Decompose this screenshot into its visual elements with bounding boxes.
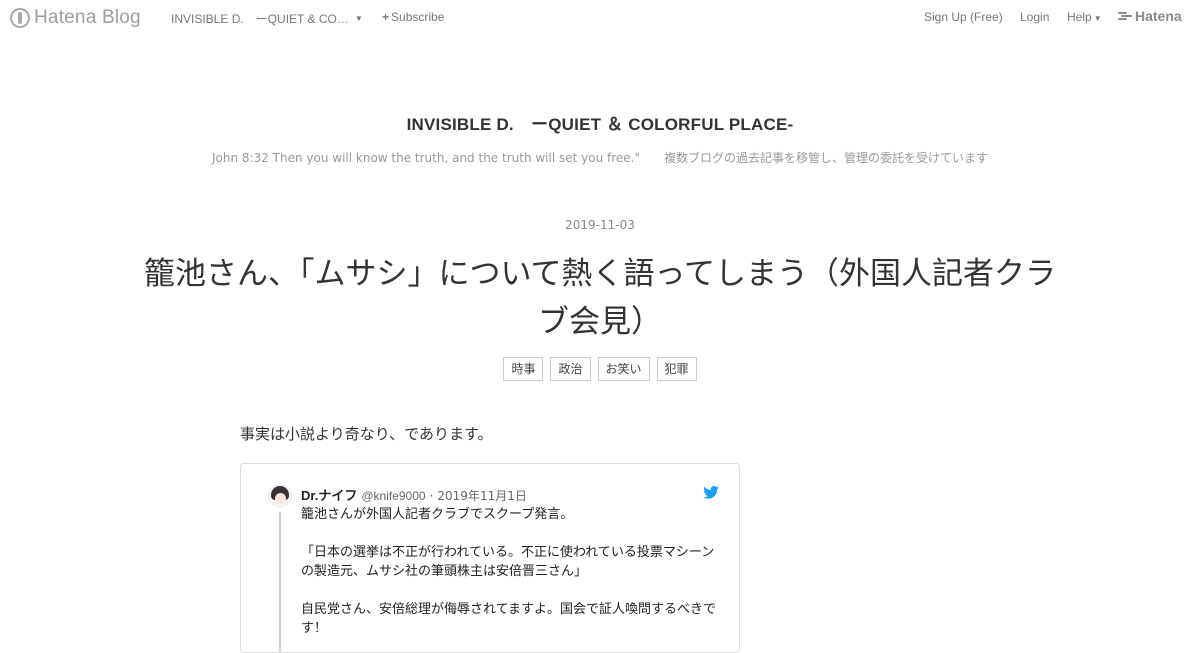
category-tag[interactable]: 犯罪 (656, 357, 697, 381)
embedded-tweet[interactable]: Dr.ナイフ @knife9000 · 2019年11月1日 籠池さんが外国人記… (240, 463, 740, 653)
tweet-date[interactable]: 2019年11月1日 (437, 487, 526, 504)
help-menu[interactable]: Help ▼ (1067, 10, 1102, 24)
login-link[interactable]: Login (1020, 10, 1049, 24)
hatena-mark-icon (1118, 11, 1132, 21)
thread-line (279, 512, 281, 652)
tweet-body: 籠池さんが外国人記者クラブでスクープ発言。 「日本の選挙は不正が行われている。不… (301, 505, 721, 652)
entry-date[interactable]: 2019-11-03 (0, 218, 1200, 232)
blog-menu[interactable]: INVISIBLE D. ーQUIET & CO… ▼ (171, 10, 363, 27)
hatena-blog-icon (10, 8, 30, 28)
caret-down-icon: ▼ (1093, 14, 1102, 23)
category-tag[interactable]: お笑い (597, 357, 650, 381)
category-tag[interactable]: 時事 (503, 357, 544, 381)
global-header: Hatena Blog INVISIBLE D. ーQUIET & CO… ▼ … (0, 0, 1200, 36)
subscribe-label: Subscribe (391, 10, 445, 24)
plus-icon: + (382, 10, 390, 24)
separator-dot: · (429, 489, 434, 503)
entry-title[interactable]: 籠池さん、「ムサシ」について熱く語ってしまう（外国人記者クラブ会見） (130, 250, 1070, 346)
tweet-paragraph: 自民党さん、安倍総理が侮辱されてますよ。国会で証人喚問するべきです！ (301, 602, 716, 636)
tweet-author-name[interactable]: Dr.ナイフ (301, 485, 357, 504)
avatar[interactable] (268, 484, 292, 508)
twitter-bird-icon[interactable] (703, 486, 719, 499)
tweet-paragraph: 籠池さんが外国人記者クラブでスクープ発言。 (301, 507, 574, 522)
entry-categories: 時事 政治 お笑い 犯罪 (0, 357, 1200, 381)
help-label: Help (1067, 10, 1092, 24)
entry-lead-text: 事実は小説より奇なり、であります。 (240, 425, 493, 443)
tweet-header: Dr.ナイフ @knife9000 · 2019年11月1日 (301, 485, 527, 504)
tweet-author-handle[interactable]: @knife9000 (361, 489, 425, 503)
brand-name: Hatena Blog (34, 7, 141, 28)
hatena-blog-logo[interactable]: Hatena Blog (10, 6, 141, 30)
category-tag[interactable]: 政治 (550, 357, 591, 381)
hatena-logo[interactable]: Hatena (1118, 8, 1182, 24)
blog-title[interactable]: INVISIBLE D. ーQUIET ＆ COLORFUL PLACE- (0, 110, 1200, 135)
blog-description: John 8:32 Then you will know the truth, … (211, 151, 989, 165)
blog-menu-label: INVISIBLE D. ーQUIET & CO… (171, 12, 349, 26)
tweet-paragraph: 「日本の選挙は不正が行われている。不正に使われている投票マシーンの製造元、ムサシ… (301, 545, 715, 579)
hatena-logo-label: Hatena (1135, 8, 1182, 24)
signup-link[interactable]: Sign Up (Free) (924, 10, 1003, 24)
caret-down-icon: ▼ (354, 14, 363, 23)
subscribe-button[interactable]: + Subscribe (382, 10, 444, 24)
